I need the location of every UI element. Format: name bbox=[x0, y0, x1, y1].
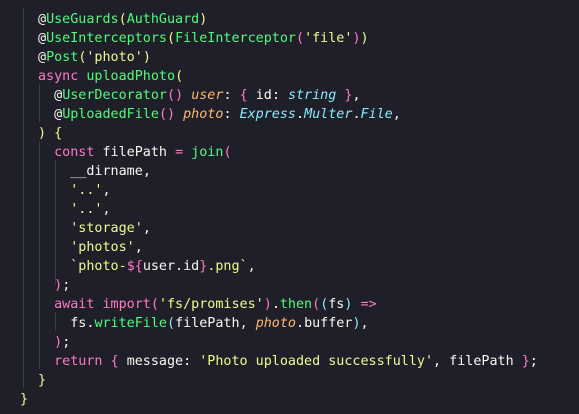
code-line[interactable]: ) { bbox=[38, 124, 62, 143]
code-line[interactable]: `photo-${user.id}.png`, bbox=[38, 257, 255, 276]
code-line[interactable]: async uploadPhoto( bbox=[38, 67, 183, 86]
code-line[interactable]: await import('fs/promises').then((fs) => bbox=[38, 295, 377, 314]
indent-guide bbox=[23, 8, 24, 388]
code-line[interactable]: @UseInterceptors(FileInterceptor('file')… bbox=[38, 29, 369, 48]
code-line[interactable]: ); bbox=[38, 333, 70, 352]
code-editor[interactable]: @UseGuards(AuthGuard) @UseInterceptors(Fi… bbox=[0, 0, 579, 414]
code-line[interactable]: '..', bbox=[38, 200, 110, 219]
code-line[interactable]: ); bbox=[38, 276, 70, 295]
code-line[interactable]: 'photos', bbox=[38, 238, 143, 257]
code-line[interactable]: } bbox=[20, 390, 28, 409]
code-line[interactable]: fs.writeFile(filePath, photo.buffer), bbox=[38, 314, 368, 333]
code-line[interactable]: '..', bbox=[38, 181, 110, 200]
code-line[interactable]: return { message: 'Photo uploaded succes… bbox=[38, 352, 538, 371]
code-line[interactable]: } bbox=[38, 371, 46, 390]
code-line[interactable]: @Post('photo') bbox=[38, 48, 151, 67]
code-line[interactable]: 'storage', bbox=[38, 219, 151, 238]
code-line[interactable]: @UserDecorator() user: { id: string }, bbox=[38, 86, 360, 105]
code-line[interactable]: @UploadedFile() photo: Express.Multer.Fi… bbox=[38, 105, 401, 124]
code-line[interactable]: __dirname, bbox=[38, 162, 151, 181]
code-line[interactable]: @UseGuards(AuthGuard) bbox=[38, 10, 207, 29]
code-line[interactable]: const filePath = join( bbox=[38, 143, 231, 162]
